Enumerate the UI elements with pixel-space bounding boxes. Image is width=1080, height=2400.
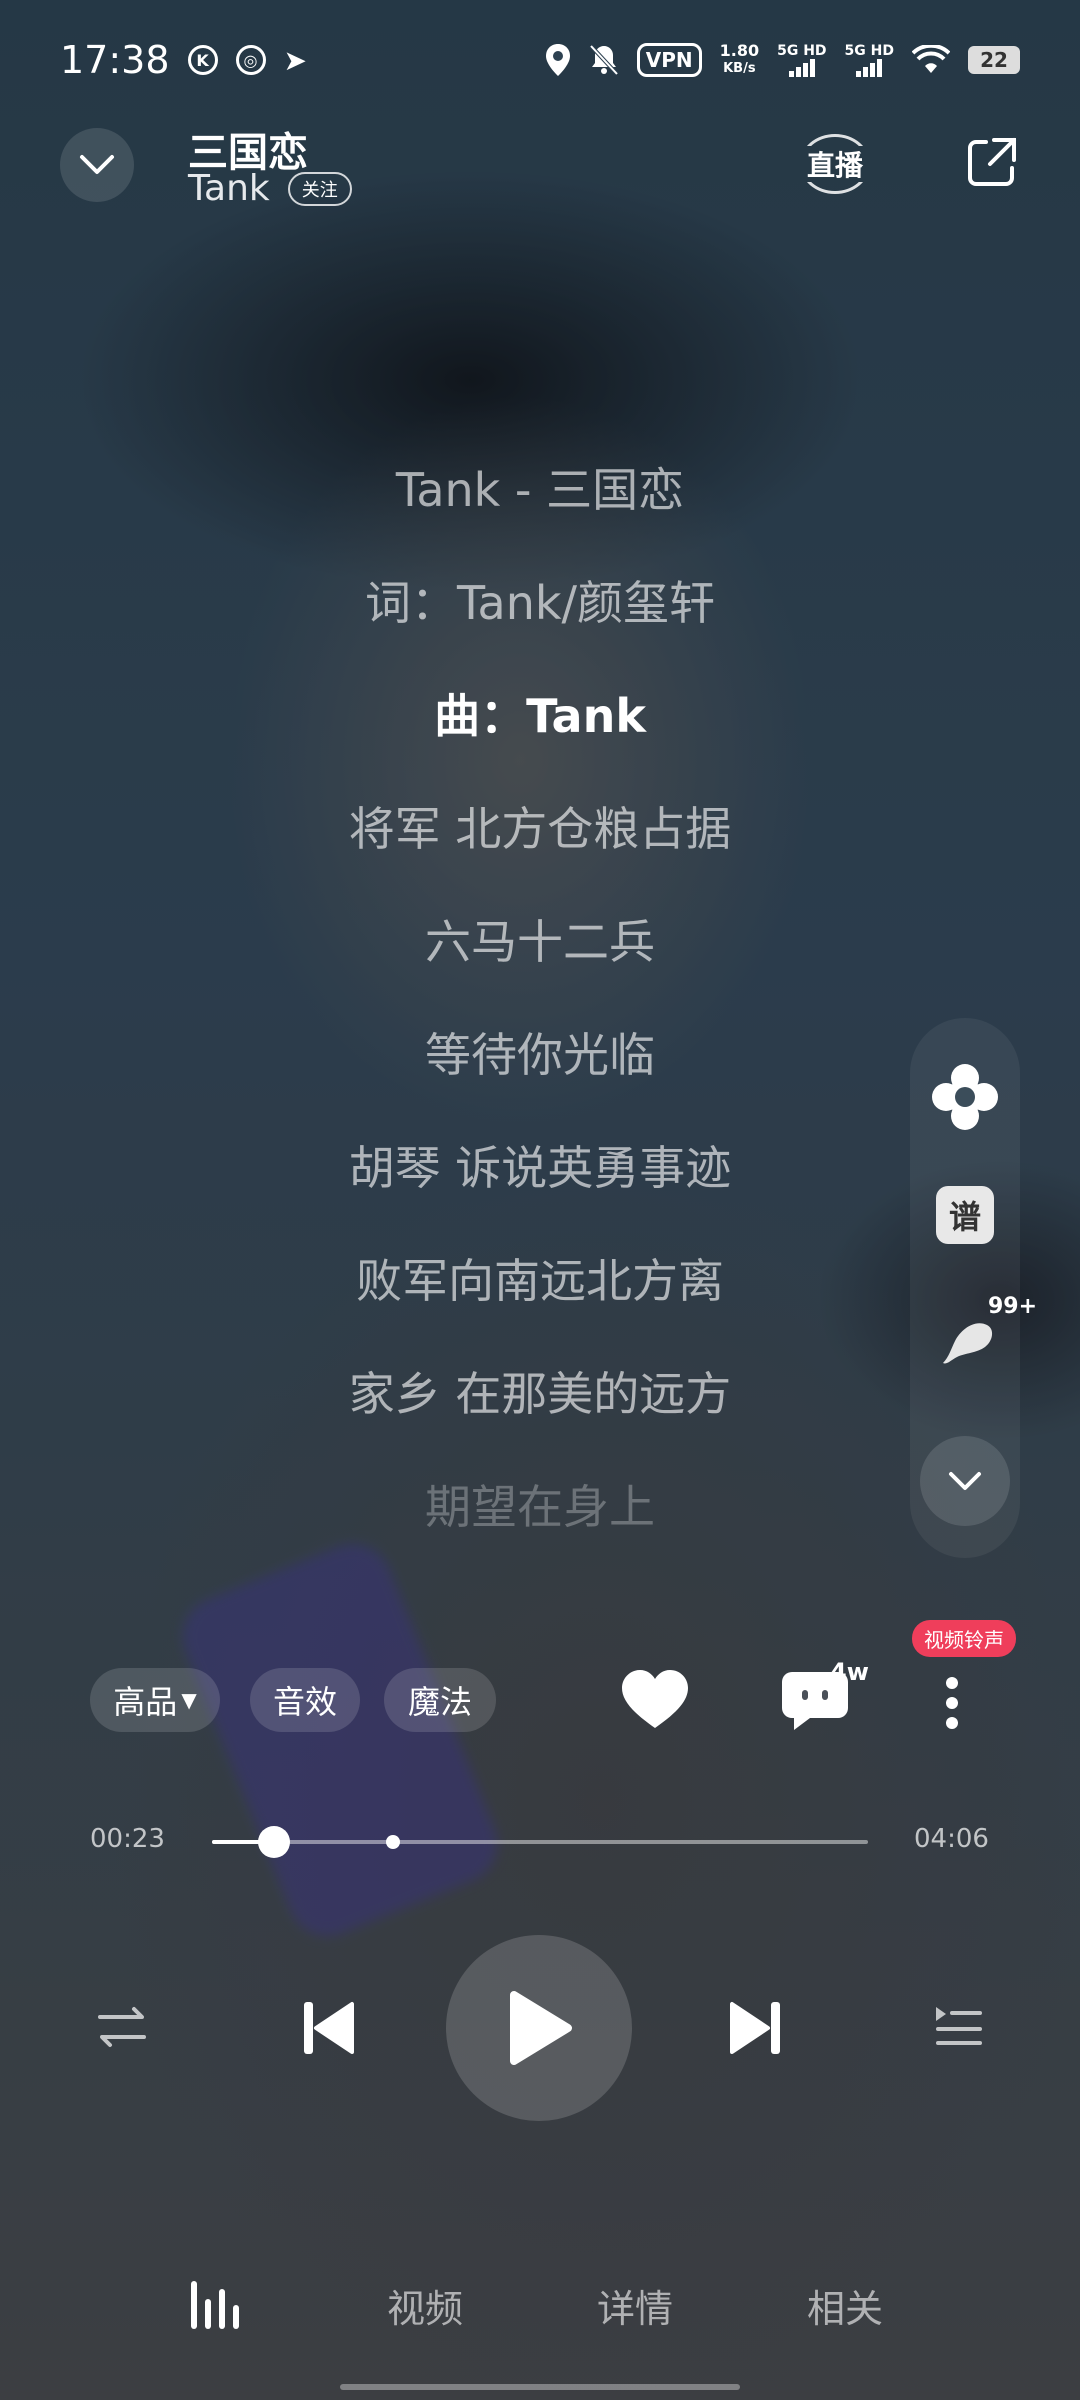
- vpn-indicator: VPN: [636, 43, 702, 77]
- share-icon[interactable]: [964, 134, 1020, 190]
- skip-previous-icon: [304, 2002, 354, 2054]
- quality-label: 高品: [113, 1683, 178, 1721]
- artist-row: Tank 关注: [188, 168, 352, 209]
- buffer-marker: [386, 1835, 401, 1849]
- tab-player[interactable]: [150, 2250, 280, 2360]
- location-icon: [545, 44, 570, 76]
- playlist-icon: [936, 2007, 982, 2045]
- net-speed-value: 1.80: [719, 41, 760, 60]
- status-bar: 17:38 K ◎ ➤ VPN 1.80 KB/s 5G HD 5G HD 22: [0, 0, 1080, 120]
- total-time: 04:06: [914, 1824, 989, 1854]
- net-speed: 1.80 KB/s: [720, 42, 759, 78]
- follow-button[interactable]: 关注: [287, 171, 352, 206]
- player-header: 三国恋 Tank 关注 直播: [0, 120, 1080, 210]
- home-indicator[interactable]: [340, 2384, 740, 2390]
- progress-knob[interactable]: [257, 1826, 290, 1858]
- tips-tool[interactable]: 99+: [926, 1294, 1037, 1380]
- effects-button[interactable]: 音效: [250, 1668, 360, 1732]
- heart-icon[interactable]: [620, 1668, 690, 1732]
- signal-2-bars-icon: [856, 59, 883, 77]
- settings-tool[interactable]: [926, 1058, 1004, 1136]
- play-button[interactable]: [446, 1935, 632, 2121]
- lyric-line[interactable]: 将军 北方仓粮占据: [0, 769, 1080, 882]
- repeat-icon: [98, 2007, 146, 2047]
- more-button[interactable]: [932, 1668, 972, 1738]
- tips-badge: 99+: [988, 1294, 1038, 1319]
- score-icon: 谱: [936, 1186, 994, 1244]
- chevron-down-icon: [949, 1472, 981, 1490]
- bottom-tabs: 视频 详情 相关: [0, 2250, 1080, 2360]
- current-time: 00:23: [90, 1824, 165, 1854]
- live-button[interactable]: 直播: [800, 134, 870, 194]
- progress-row: 00:23 04:06: [0, 1812, 1080, 1872]
- wifi-icon: [912, 45, 950, 73]
- lyrics-collapse-button[interactable]: [920, 1436, 1010, 1526]
- side-tools: 谱 99+: [910, 1018, 1037, 1558]
- mute-icon: [589, 44, 619, 76]
- signal-1: 5G HD: [777, 43, 827, 77]
- skip-next-icon: [730, 2002, 780, 2054]
- tab-details-label: 详情: [596, 2286, 673, 2331]
- playlist-button[interactable]: [926, 1993, 990, 2057]
- more-dot: [946, 1697, 958, 1709]
- signal-2: 5G HD: [845, 43, 894, 77]
- tab-video-label: 视频: [386, 2286, 463, 2331]
- signal-2-label: 5G HD: [844, 43, 894, 59]
- comment-count: 4w: [830, 1658, 869, 1686]
- lyric-line[interactable]: Tank - 三国恋: [0, 430, 1080, 543]
- next-button[interactable]: [718, 1990, 794, 2066]
- k-icon: K: [187, 45, 218, 75]
- tab-related[interactable]: 相关: [780, 2250, 910, 2360]
- battery-indicator: 22: [968, 46, 1020, 74]
- collapse-button[interactable]: [60, 128, 134, 202]
- video-ringtone-badge[interactable]: 视频铃声: [912, 1620, 1016, 1657]
- play-icon: [510, 1991, 572, 2065]
- caret-down-icon: ▼: [181, 1688, 197, 1712]
- more-dot: [946, 1717, 958, 1729]
- action-row: 高品 ▼ 音效 魔法 4w 视频铃声: [0, 1620, 1080, 1748]
- live-label: 直播: [806, 149, 863, 182]
- hotspot-icon: ◎: [235, 45, 266, 75]
- lyric-line[interactable]: 曲：Tank: [0, 656, 1080, 769]
- tab-details[interactable]: 详情: [570, 2250, 700, 2360]
- status-time: 17:38: [60, 38, 170, 82]
- lyric-line[interactable]: 词：Tank/颜玺轩: [0, 543, 1080, 656]
- chevron-down-icon: [80, 155, 114, 174]
- tab-video[interactable]: 视频: [360, 2250, 490, 2360]
- signal-1-label: 5G HD: [777, 43, 827, 59]
- status-right: VPN 1.80 KB/s 5G HD 5G HD 22: [545, 42, 1020, 78]
- previous-button[interactable]: [290, 1990, 366, 2066]
- status-left: 17:38 K ◎ ➤: [60, 38, 307, 82]
- magic-button[interactable]: 魔法: [384, 1668, 496, 1732]
- net-speed-unit: KB/s: [723, 61, 756, 76]
- progress-track[interactable]: [212, 1826, 868, 1858]
- flower-gear-icon: [932, 1064, 998, 1130]
- playback-controls: [0, 1935, 1080, 2125]
- repeat-mode-button[interactable]: [90, 1995, 154, 2059]
- quality-button[interactable]: 高品 ▼: [90, 1668, 220, 1732]
- score-tool[interactable]: 谱: [926, 1176, 1004, 1254]
- effects-label: 音效: [272, 1683, 337, 1721]
- plane-icon: ➤: [283, 43, 307, 77]
- more-dot: [946, 1677, 958, 1689]
- artist-name[interactable]: Tank: [188, 168, 270, 209]
- score-label: 谱: [948, 1198, 981, 1236]
- magic-label: 魔法: [407, 1683, 472, 1721]
- tab-related-label: 相关: [806, 2286, 883, 2331]
- signal-1-bars-icon: [788, 59, 815, 77]
- equalizer-icon: [191, 2281, 239, 2329]
- lyric-line[interactable]: 六马十二兵: [0, 882, 1080, 995]
